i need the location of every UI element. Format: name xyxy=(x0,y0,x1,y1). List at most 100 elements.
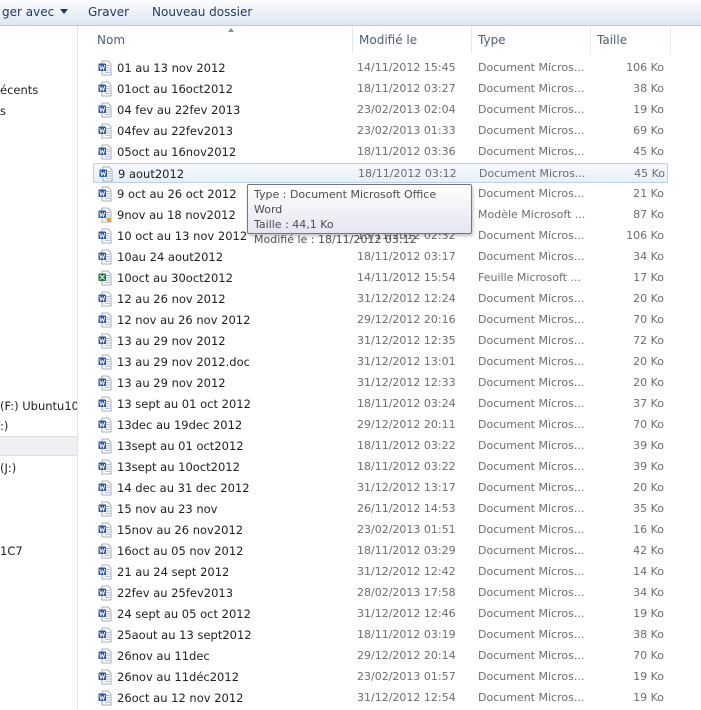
file-row[interactable]: 15nov au 26 nov2012 23/02/2013 01:51 Docum… xyxy=(93,520,668,540)
word-document-icon xyxy=(98,417,112,433)
file-modified: 23/02/2013 02:04 xyxy=(357,103,456,116)
file-size: 34 Ko xyxy=(633,250,664,263)
file-size: 87 Ko xyxy=(633,208,664,221)
nav-item-network-1c7[interactable]: 1C7 xyxy=(0,544,23,558)
word-document-icon xyxy=(98,543,112,559)
word-document-icon xyxy=(98,123,112,139)
file-size: 20 Ko xyxy=(633,376,664,389)
file-name: 26nov au 11dec xyxy=(117,649,210,663)
file-row[interactable]: 14 dec au 31 dec 2012 31/12/2012 13:17 Doc… xyxy=(93,478,668,498)
nav-item-drive-j[interactable]: (J:) xyxy=(0,461,16,475)
file-size: 38 Ko xyxy=(633,82,664,95)
tooltip-modified: Modifié le : 18/11/2012 03:12 xyxy=(254,233,417,246)
share-with-label: ger avec xyxy=(2,5,55,19)
file-type: Document Micros... xyxy=(478,187,585,200)
nav-item-partial[interactable]: s xyxy=(0,104,6,118)
file-name: 16oct au 05 nov 2012 xyxy=(117,544,244,558)
file-name: 12 au 26 nov 2012 xyxy=(117,292,226,306)
file-modified: 18/11/2012 03:24 xyxy=(357,397,456,410)
sort-ascending-icon xyxy=(228,28,234,32)
file-row[interactable]: 13 sept au 01 oct 2012 18/11/2012 03:24 Do… xyxy=(93,394,668,414)
file-type: Document Micros... xyxy=(478,418,585,431)
file-row[interactable]: 05oct au 16nov2012 18/11/2012 03:36 Docume… xyxy=(93,142,668,162)
file-modified: 31/12/2012 12:54 xyxy=(357,691,456,704)
file-row[interactable]: 10oct au 30oct2012 14/11/2012 15:54 Feuill… xyxy=(93,268,668,288)
file-row[interactable]: 13 au 29 nov 2012 31/12/2012 12:35 Documen… xyxy=(93,331,668,351)
nav-item-ubuntu-drive[interactable]: (F:) Ubuntu10.0 xyxy=(0,399,77,413)
word-document-icon xyxy=(98,375,112,391)
file-type: Document Micros... xyxy=(478,544,585,557)
file-row[interactable]: 16oct au 05 nov 2012 18/11/2012 03:29 Docu… xyxy=(93,541,668,561)
file-row[interactable]: 26nov au 11dec 29/12/2012 20:14 Document M… xyxy=(93,646,668,666)
file-type: Document Micros... xyxy=(478,145,585,158)
file-row[interactable]: 26nov au 11déc2012 23/02/2013 01:57 Docume… xyxy=(93,667,668,687)
file-size: 17 Ko xyxy=(633,271,664,284)
file-modified: 14/11/2012 15:54 xyxy=(357,271,456,284)
file-modified: 18/11/2012 03:19 xyxy=(357,628,456,641)
word-document-icon xyxy=(98,81,112,97)
file-list-pane: Nom Modifié le Type Taille 01 au 13 nov … xyxy=(78,26,701,710)
file-row[interactable]: 12 au 26 nov 2012 31/12/2012 12:24 Documen… xyxy=(93,289,668,309)
share-with-button[interactable]: ger avec xyxy=(2,5,69,19)
file-name: 14 dec au 31 dec 2012 xyxy=(117,481,250,495)
file-modified: 29/12/2012 20:11 xyxy=(357,418,456,431)
file-name: 12 nov au 26 nov 2012 xyxy=(117,313,251,327)
file-modified: 29/12/2012 20:16 xyxy=(357,313,456,326)
word-document-icon xyxy=(98,60,112,76)
file-name: 13 au 29 nov 2012 xyxy=(117,334,226,348)
file-name: 26oct au 12 nov 2012 xyxy=(117,691,244,705)
file-type: Feuille Microsoft ... xyxy=(478,271,581,284)
file-type: Document Micros... xyxy=(478,586,585,599)
file-row[interactable]: 21 au 24 sept 2012 31/12/2012 12:42 Docume… xyxy=(93,562,668,582)
file-type: Document Micros... xyxy=(478,250,585,263)
word-document-icon xyxy=(98,144,112,160)
file-row[interactable]: 13 au 29 nov 2012 31/12/2012 12:33 Documen… xyxy=(93,373,668,393)
file-type: Document Micros... xyxy=(478,565,585,578)
file-name: 13dec au 19dec 2012 xyxy=(117,418,243,432)
column-header-name[interactable]: Nom xyxy=(91,26,353,54)
file-type: Document Micros... xyxy=(478,502,585,515)
burn-button[interactable]: Graver xyxy=(88,5,129,19)
file-type: Document Micros... xyxy=(478,691,585,704)
file-name: 15nov au 26 nov2012 xyxy=(117,523,244,537)
file-row[interactable]: 04 fev au 22fev 2013 23/02/2013 02:04 Docu… xyxy=(93,100,668,120)
file-row[interactable]: 13 au 29 nov 2012.doc 31/12/2012 13:01 Doc… xyxy=(93,352,668,372)
file-type: Document Micros... xyxy=(478,313,585,326)
column-header-size[interactable]: Taille xyxy=(591,26,671,54)
file-row[interactable]: 25aout au 13 sept2012 18/11/2012 03:19 Doc… xyxy=(93,625,668,645)
file-row[interactable]: 24 sept au 05 oct 2012 31/12/2012 12:46 Do… xyxy=(93,604,668,624)
file-size: 20 Ko xyxy=(633,481,664,494)
file-row[interactable]: 13dec au 19dec 2012 29/12/2012 20:11 Docum… xyxy=(93,415,668,435)
word-document-icon xyxy=(98,522,112,538)
word-document-icon xyxy=(98,396,112,412)
column-header-type[interactable]: Type xyxy=(472,26,591,54)
file-type: Document Micros... xyxy=(478,334,585,347)
file-row[interactable]: 12 nov au 26 nov 2012 29/12/2012 20:16 Doc… xyxy=(93,310,668,330)
file-row[interactable]: 01oct au 16oct2012 18/11/2012 03:27 Docume… xyxy=(93,79,668,99)
column-header-name-label: Nom xyxy=(97,33,126,47)
column-header-modified[interactable]: Modifié le xyxy=(353,26,472,54)
file-row[interactable]: 13sept au 10oct2012 18/11/2012 03:22 Docum… xyxy=(93,457,668,477)
file-row[interactable]: 01 au 13 nov 2012 14/11/2012 15:45 Documen… xyxy=(93,58,668,78)
file-type: Document Micros... xyxy=(478,82,585,95)
file-row[interactable]: 26oct au 12 nov 2012 31/12/2012 12:54 Docu… xyxy=(93,688,668,708)
word-document-icon xyxy=(98,585,112,601)
file-type: Document Micros... xyxy=(478,355,585,368)
nav-item-drive[interactable]: :) xyxy=(0,419,8,433)
nav-item-recents[interactable]: écents xyxy=(0,83,38,97)
file-row[interactable]: 22fev au 25fev2013 28/02/2013 17:58 Docume… xyxy=(93,583,668,603)
file-row[interactable]: 9 aout2012 18/11/2012 03:12 Document Micro… xyxy=(93,163,668,183)
file-size: 14 Ko xyxy=(633,565,664,578)
file-type: Document Micros... xyxy=(478,607,585,620)
file-row[interactable]: 13sept au 01 oct2012 18/11/2012 03:22 Docu… xyxy=(93,436,668,456)
file-row[interactable]: 10au 24 aout2012 18/11/2012 03:17 Document… xyxy=(93,247,668,267)
chevron-down-icon xyxy=(60,9,69,14)
file-modified: 18/11/2012 03:22 xyxy=(357,460,456,473)
file-row[interactable]: 04fev au 22fev2013 23/02/2013 01:33 Docume… xyxy=(93,121,668,141)
file-size: 21 Ko xyxy=(633,187,664,200)
excel-sheet-icon xyxy=(98,270,112,286)
file-row[interactable]: 15 nov au 23 nov 26/11/2012 14:53 Document… xyxy=(93,499,668,519)
file-type: Document Micros... xyxy=(478,523,585,536)
new-folder-button[interactable]: Nouveau dossier xyxy=(152,5,252,19)
file-size: 34 Ko xyxy=(633,586,664,599)
